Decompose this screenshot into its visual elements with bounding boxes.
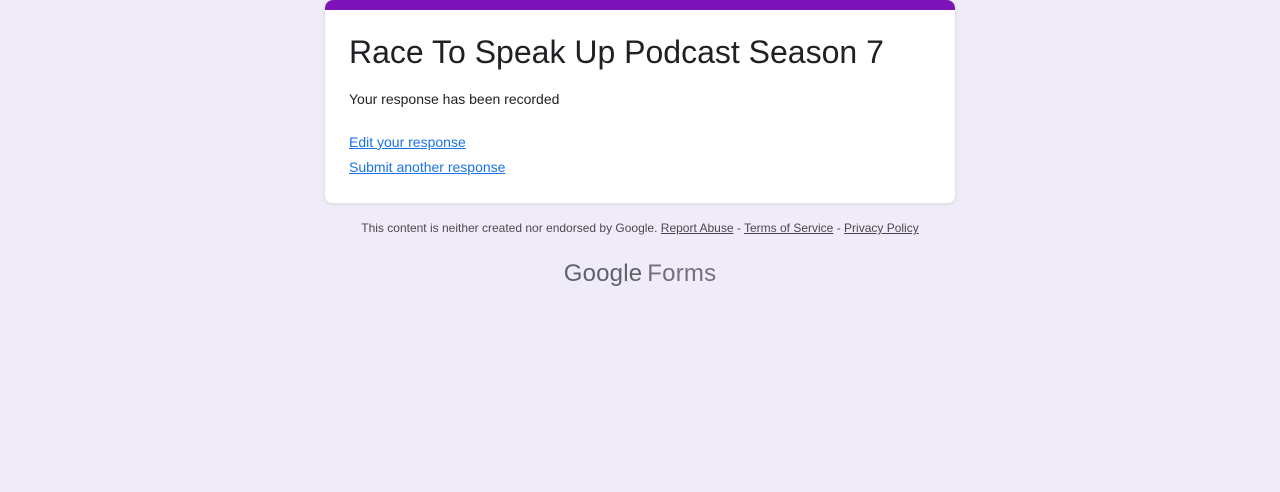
separator: - [736,221,741,235]
google-forms-logo: Google Forms [0,260,1280,288]
footer-disclaimer: This content is neither created nor endo… [0,221,1280,236]
response-actions: Edit your response Submit another respon… [349,132,931,177]
privacy-policy-link[interactable]: Privacy Policy [844,221,919,235]
separator: - [836,221,841,235]
terms-of-service-link[interactable]: Terms of Service [744,221,833,235]
response-card: Race To Speak Up Podcast Season 7 Your r… [324,0,956,204]
form-title: Race To Speak Up Podcast Season 7 [349,34,884,70]
response-card-body: Race To Speak Up Podcast Season 7 Your r… [325,10,955,203]
disclaimer-text: This content is neither created nor endo… [361,221,658,235]
google-wordmark: Google [563,260,643,287]
page-background: Race To Speak Up Podcast Season 7 Your r… [0,0,1280,492]
submit-another-response-link[interactable]: Submit another response [349,157,505,177]
form-theme-accent-bar [325,0,955,10]
edit-response-link[interactable]: Edit your response [349,132,466,152]
forms-wordmark: Forms [647,260,717,287]
report-abuse-link[interactable]: Report Abuse [661,221,734,235]
confirmation-message: Your response has been recorded [349,91,560,107]
